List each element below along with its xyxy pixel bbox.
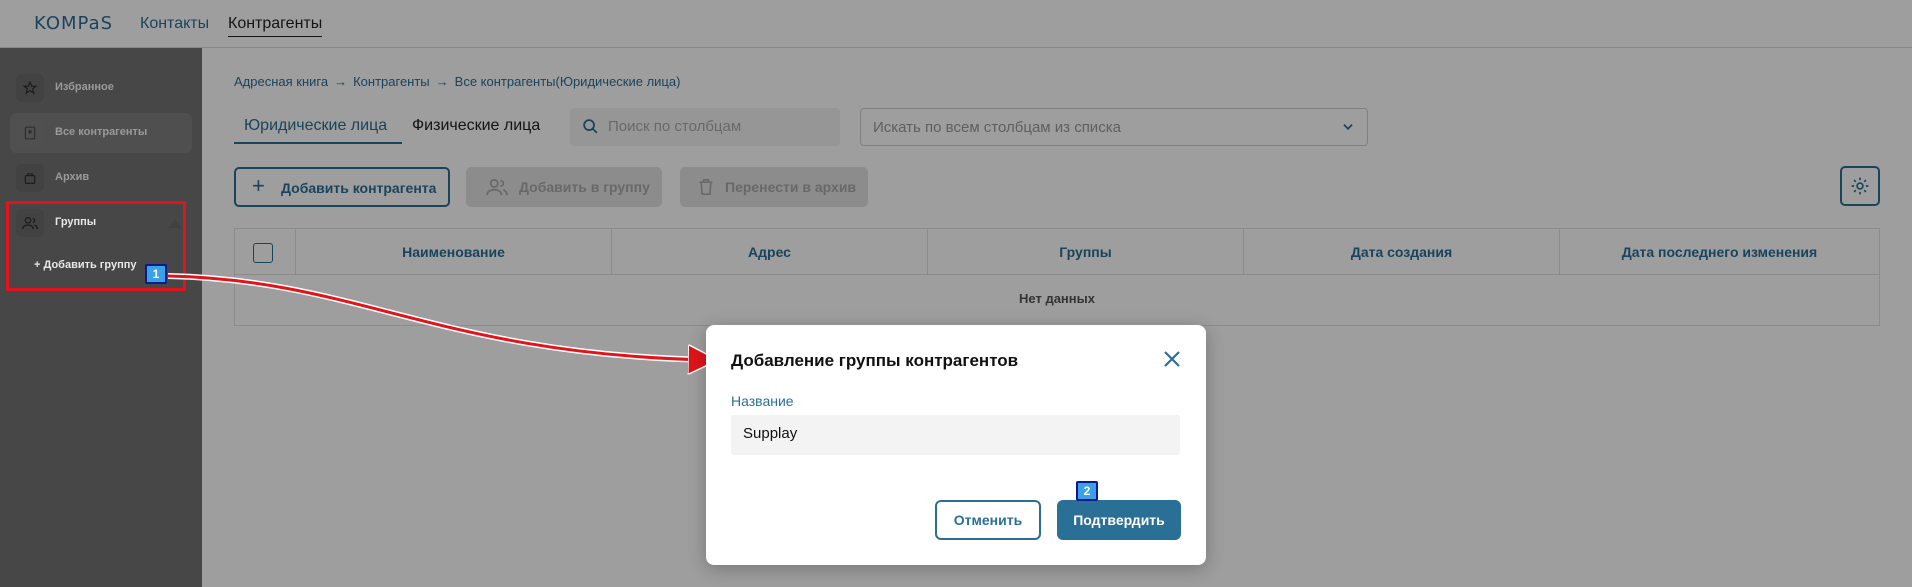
close-icon[interactable]: [1160, 347, 1184, 371]
group-name-input[interactable]: Supplay: [731, 415, 1180, 455]
add-group-dialog: Добавление группы контрагентов Название …: [706, 325, 1206, 565]
annotation-badge-2: 2: [1076, 481, 1098, 501]
name-field-label: Название: [731, 393, 794, 409]
dialog-title: Добавление группы контрагентов: [731, 351, 1019, 370]
confirm-button[interactable]: Подтвердить: [1057, 500, 1181, 540]
cancel-button[interactable]: Отменить: [935, 500, 1041, 540]
